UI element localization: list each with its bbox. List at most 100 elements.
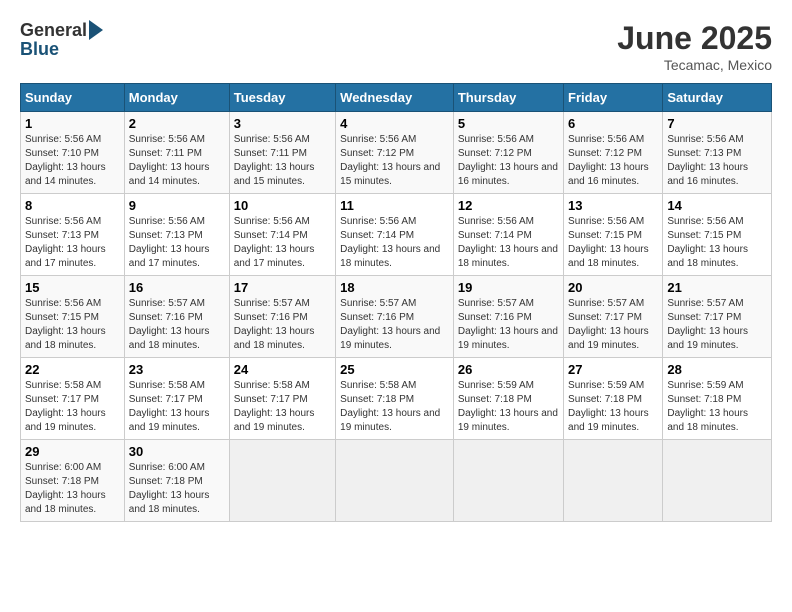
day-number: 8 [25,198,120,213]
table-row: 26 Sunrise: 5:59 AMSunset: 7:18 PMDaylig… [453,358,563,440]
day-info: Sunrise: 5:57 AMSunset: 7:16 PMDaylight:… [234,298,315,351]
day-info: Sunrise: 5:57 AMSunset: 7:16 PMDaylight:… [129,298,210,351]
calendar-week-row: 1 Sunrise: 5:56 AMSunset: 7:10 PMDayligh… [21,112,772,194]
title-section: June 2025 Tecamac, Mexico [617,20,772,73]
day-number: 9 [129,198,225,213]
day-info: Sunrise: 5:56 AMSunset: 7:13 PMDaylight:… [25,216,106,269]
table-row: 7 Sunrise: 5:56 AMSunset: 7:13 PMDayligh… [663,112,772,194]
table-row: 1 Sunrise: 5:56 AMSunset: 7:10 PMDayligh… [21,112,125,194]
day-number: 28 [667,362,767,377]
table-row: 28 Sunrise: 5:59 AMSunset: 7:18 PMDaylig… [663,358,772,440]
day-number: 22 [25,362,120,377]
calendar-subtitle: Tecamac, Mexico [617,57,772,73]
logo-blue-text: Blue [20,39,59,60]
day-number: 21 [667,280,767,295]
day-number: 11 [340,198,449,213]
table-row: 11 Sunrise: 5:56 AMSunset: 7:14 PMDaylig… [336,194,454,276]
day-info: Sunrise: 5:58 AMSunset: 7:17 PMDaylight:… [129,380,210,433]
day-number: 18 [340,280,449,295]
table-row: 20 Sunrise: 5:57 AMSunset: 7:17 PMDaylig… [564,276,663,358]
table-row: 3 Sunrise: 5:56 AMSunset: 7:11 PMDayligh… [229,112,335,194]
day-info: Sunrise: 5:57 AMSunset: 7:17 PMDaylight:… [667,298,748,351]
table-row: 30 Sunrise: 6:00 AMSunset: 7:18 PMDaylig… [124,440,229,522]
table-row: 27 Sunrise: 5:59 AMSunset: 7:18 PMDaylig… [564,358,663,440]
table-row: 4 Sunrise: 5:56 AMSunset: 7:12 PMDayligh… [336,112,454,194]
table-row: 23 Sunrise: 5:58 AMSunset: 7:17 PMDaylig… [124,358,229,440]
day-number: 29 [25,444,120,459]
table-row: 17 Sunrise: 5:57 AMSunset: 7:16 PMDaylig… [229,276,335,358]
table-row: 14 Sunrise: 5:56 AMSunset: 7:15 PMDaylig… [663,194,772,276]
day-info: Sunrise: 5:57 AMSunset: 7:16 PMDaylight:… [340,298,440,351]
day-info: Sunrise: 5:56 AMSunset: 7:15 PMDaylight:… [568,216,649,269]
table-row [564,440,663,522]
calendar-title: June 2025 [617,20,772,57]
day-number: 10 [234,198,331,213]
day-number: 1 [25,116,120,131]
day-number: 30 [129,444,225,459]
day-number: 20 [568,280,658,295]
day-info: Sunrise: 5:57 AMSunset: 7:17 PMDaylight:… [568,298,649,351]
table-row: 13 Sunrise: 5:56 AMSunset: 7:15 PMDaylig… [564,194,663,276]
page-header: General Blue June 2025 Tecamac, Mexico [20,20,772,73]
col-sunday: Sunday [21,84,125,112]
col-thursday: Thursday [453,84,563,112]
day-number: 2 [129,116,225,131]
day-info: Sunrise: 5:56 AMSunset: 7:15 PMDaylight:… [667,216,748,269]
logo: General Blue [20,20,103,60]
day-number: 19 [458,280,559,295]
col-tuesday: Tuesday [229,84,335,112]
day-number: 24 [234,362,331,377]
calendar-week-row: 22 Sunrise: 5:58 AMSunset: 7:17 PMDaylig… [21,358,772,440]
day-number: 27 [568,362,658,377]
day-info: Sunrise: 5:56 AMSunset: 7:12 PMDaylight:… [458,134,558,187]
table-row: 19 Sunrise: 5:57 AMSunset: 7:16 PMDaylig… [453,276,563,358]
table-row: 29 Sunrise: 6:00 AMSunset: 7:18 PMDaylig… [21,440,125,522]
col-friday: Friday [564,84,663,112]
day-info: Sunrise: 5:56 AMSunset: 7:11 PMDaylight:… [234,134,315,187]
table-row: 22 Sunrise: 5:58 AMSunset: 7:17 PMDaylig… [21,358,125,440]
day-number: 13 [568,198,658,213]
col-wednesday: Wednesday [336,84,454,112]
table-row: 15 Sunrise: 5:56 AMSunset: 7:15 PMDaylig… [21,276,125,358]
logo-general-text: General [20,20,87,41]
day-number: 23 [129,362,225,377]
day-number: 4 [340,116,449,131]
table-row: 9 Sunrise: 5:56 AMSunset: 7:13 PMDayligh… [124,194,229,276]
day-number: 6 [568,116,658,131]
calendar-table: Sunday Monday Tuesday Wednesday Thursday… [20,83,772,522]
day-number: 17 [234,280,331,295]
table-row: 18 Sunrise: 5:57 AMSunset: 7:16 PMDaylig… [336,276,454,358]
day-number: 3 [234,116,331,131]
calendar-week-row: 15 Sunrise: 5:56 AMSunset: 7:15 PMDaylig… [21,276,772,358]
day-number: 14 [667,198,767,213]
day-number: 5 [458,116,559,131]
table-row [453,440,563,522]
col-saturday: Saturday [663,84,772,112]
day-info: Sunrise: 5:56 AMSunset: 7:15 PMDaylight:… [25,298,106,351]
day-info: Sunrise: 6:00 AMSunset: 7:18 PMDaylight:… [25,462,106,515]
table-row: 12 Sunrise: 5:56 AMSunset: 7:14 PMDaylig… [453,194,563,276]
day-info: Sunrise: 5:56 AMSunset: 7:12 PMDaylight:… [568,134,649,187]
table-row: 8 Sunrise: 5:56 AMSunset: 7:13 PMDayligh… [21,194,125,276]
day-info: Sunrise: 5:56 AMSunset: 7:10 PMDaylight:… [25,134,106,187]
logo-arrow-icon [89,20,103,40]
table-row: 16 Sunrise: 5:57 AMSunset: 7:16 PMDaylig… [124,276,229,358]
col-monday: Monday [124,84,229,112]
table-row: 6 Sunrise: 5:56 AMSunset: 7:12 PMDayligh… [564,112,663,194]
day-info: Sunrise: 5:56 AMSunset: 7:13 PMDaylight:… [667,134,748,187]
day-number: 26 [458,362,559,377]
day-info: Sunrise: 5:58 AMSunset: 7:17 PMDaylight:… [25,380,106,433]
day-info: Sunrise: 5:56 AMSunset: 7:13 PMDaylight:… [129,216,210,269]
day-info: Sunrise: 5:58 AMSunset: 7:17 PMDaylight:… [234,380,315,433]
table-row [336,440,454,522]
table-row [229,440,335,522]
day-info: Sunrise: 6:00 AMSunset: 7:18 PMDaylight:… [129,462,210,515]
day-info: Sunrise: 5:59 AMSunset: 7:18 PMDaylight:… [568,380,649,433]
table-row: 25 Sunrise: 5:58 AMSunset: 7:18 PMDaylig… [336,358,454,440]
day-info: Sunrise: 5:56 AMSunset: 7:14 PMDaylight:… [458,216,558,269]
day-info: Sunrise: 5:56 AMSunset: 7:14 PMDaylight:… [340,216,440,269]
day-info: Sunrise: 5:56 AMSunset: 7:11 PMDaylight:… [129,134,210,187]
table-row: 5 Sunrise: 5:56 AMSunset: 7:12 PMDayligh… [453,112,563,194]
day-info: Sunrise: 5:56 AMSunset: 7:12 PMDaylight:… [340,134,440,187]
day-info: Sunrise: 5:59 AMSunset: 7:18 PMDaylight:… [458,380,558,433]
